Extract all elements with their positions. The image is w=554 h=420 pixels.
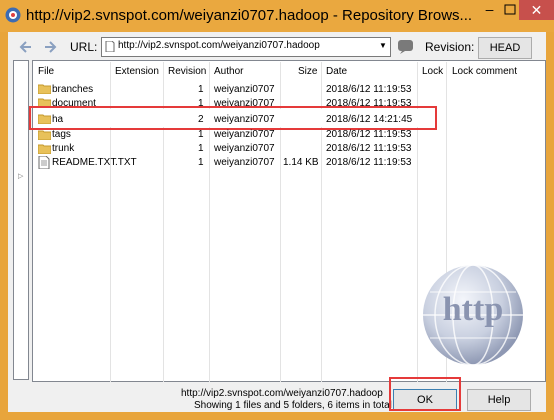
url-value[interactable]: http://vip2.svnspot.com/weiyanzi0707.had… [118, 40, 320, 51]
column-header-size[interactable]: Size [298, 66, 317, 77]
show-log-icon[interactable] [397, 38, 415, 54]
file-name[interactable]: trunk [52, 143, 74, 154]
help-button[interactable]: Help [467, 389, 531, 411]
size-cell: 1.14 KB [283, 157, 319, 168]
file-name[interactable]: branches [52, 84, 93, 95]
window-title: http://vip2.svnspot.com/weiyanzi0707.had… [26, 7, 473, 24]
tree-pane[interactable] [13, 60, 29, 380]
revision-label: Revision: [425, 40, 475, 54]
chevron-down-icon[interactable]: ▼ [379, 41, 387, 50]
folder-icon [38, 84, 51, 94]
file-name[interactable]: README.TXT [52, 157, 116, 168]
back-arrow-icon [19, 41, 31, 53]
author-cell: weiyanzi0707 [214, 157, 275, 168]
revision-cell: 1 [198, 84, 204, 95]
file-name[interactable]: tags [52, 129, 71, 140]
column-header-revision[interactable]: Revision [168, 66, 206, 77]
author-cell: weiyanzi0707 [214, 143, 275, 154]
status-path: http://vip2.svnspot.com/weiyanzi0707.had… [181, 388, 383, 399]
globe-watermark-icon: http [423, 264, 523, 366]
head-revision-button[interactable]: HEAD [478, 37, 532, 59]
status-summary: Showing 1 files and 5 folders, 6 items i… [194, 400, 392, 411]
column-header-author[interactable]: Author [214, 66, 243, 77]
date-cell: 2018/6/12 11:19:53 [326, 143, 412, 154]
back-button[interactable] [16, 36, 36, 56]
forward-arrow-icon [45, 41, 57, 53]
revision-cell: 1 [198, 129, 204, 140]
revision-cell: 1 [198, 143, 204, 154]
folder-icon [38, 130, 51, 140]
column-header-date[interactable]: Date [326, 66, 347, 77]
watermark-text: http [443, 291, 503, 328]
revision-cell: 1 [198, 157, 204, 168]
highlight-box [389, 377, 461, 411]
close-button[interactable]: ✕ [519, 0, 554, 20]
date-cell: 2018/6/12 11:19:53 [326, 84, 412, 95]
forward-button[interactable] [40, 36, 60, 56]
extension-cell: .TXT [115, 157, 137, 168]
folder-icon [38, 144, 51, 154]
column-header-extension[interactable]: Extension [115, 66, 159, 77]
app-icon [5, 7, 21, 23]
expand-arrow-icon[interactable]: ▷ [18, 172, 23, 180]
author-cell: weiyanzi0707 [214, 84, 275, 95]
date-cell: 2018/6/12 11:19:53 [326, 157, 412, 168]
column-header-lock[interactable]: Lock [422, 66, 443, 77]
author-cell: weiyanzi0707 [214, 129, 275, 140]
column-header-lock-comment[interactable]: Lock comment [452, 66, 517, 77]
date-cell: 2018/6/12 11:19:53 [326, 129, 412, 140]
maximize-button[interactable] [500, 0, 520, 20]
minimize-button[interactable]: – [476, 0, 503, 20]
page-icon [105, 41, 115, 52]
text-file-icon [38, 156, 50, 169]
column-header-file[interactable]: File [38, 66, 54, 77]
url-label: URL: [70, 40, 98, 54]
highlight-box [29, 106, 437, 130]
maximize-icon [504, 4, 516, 15]
